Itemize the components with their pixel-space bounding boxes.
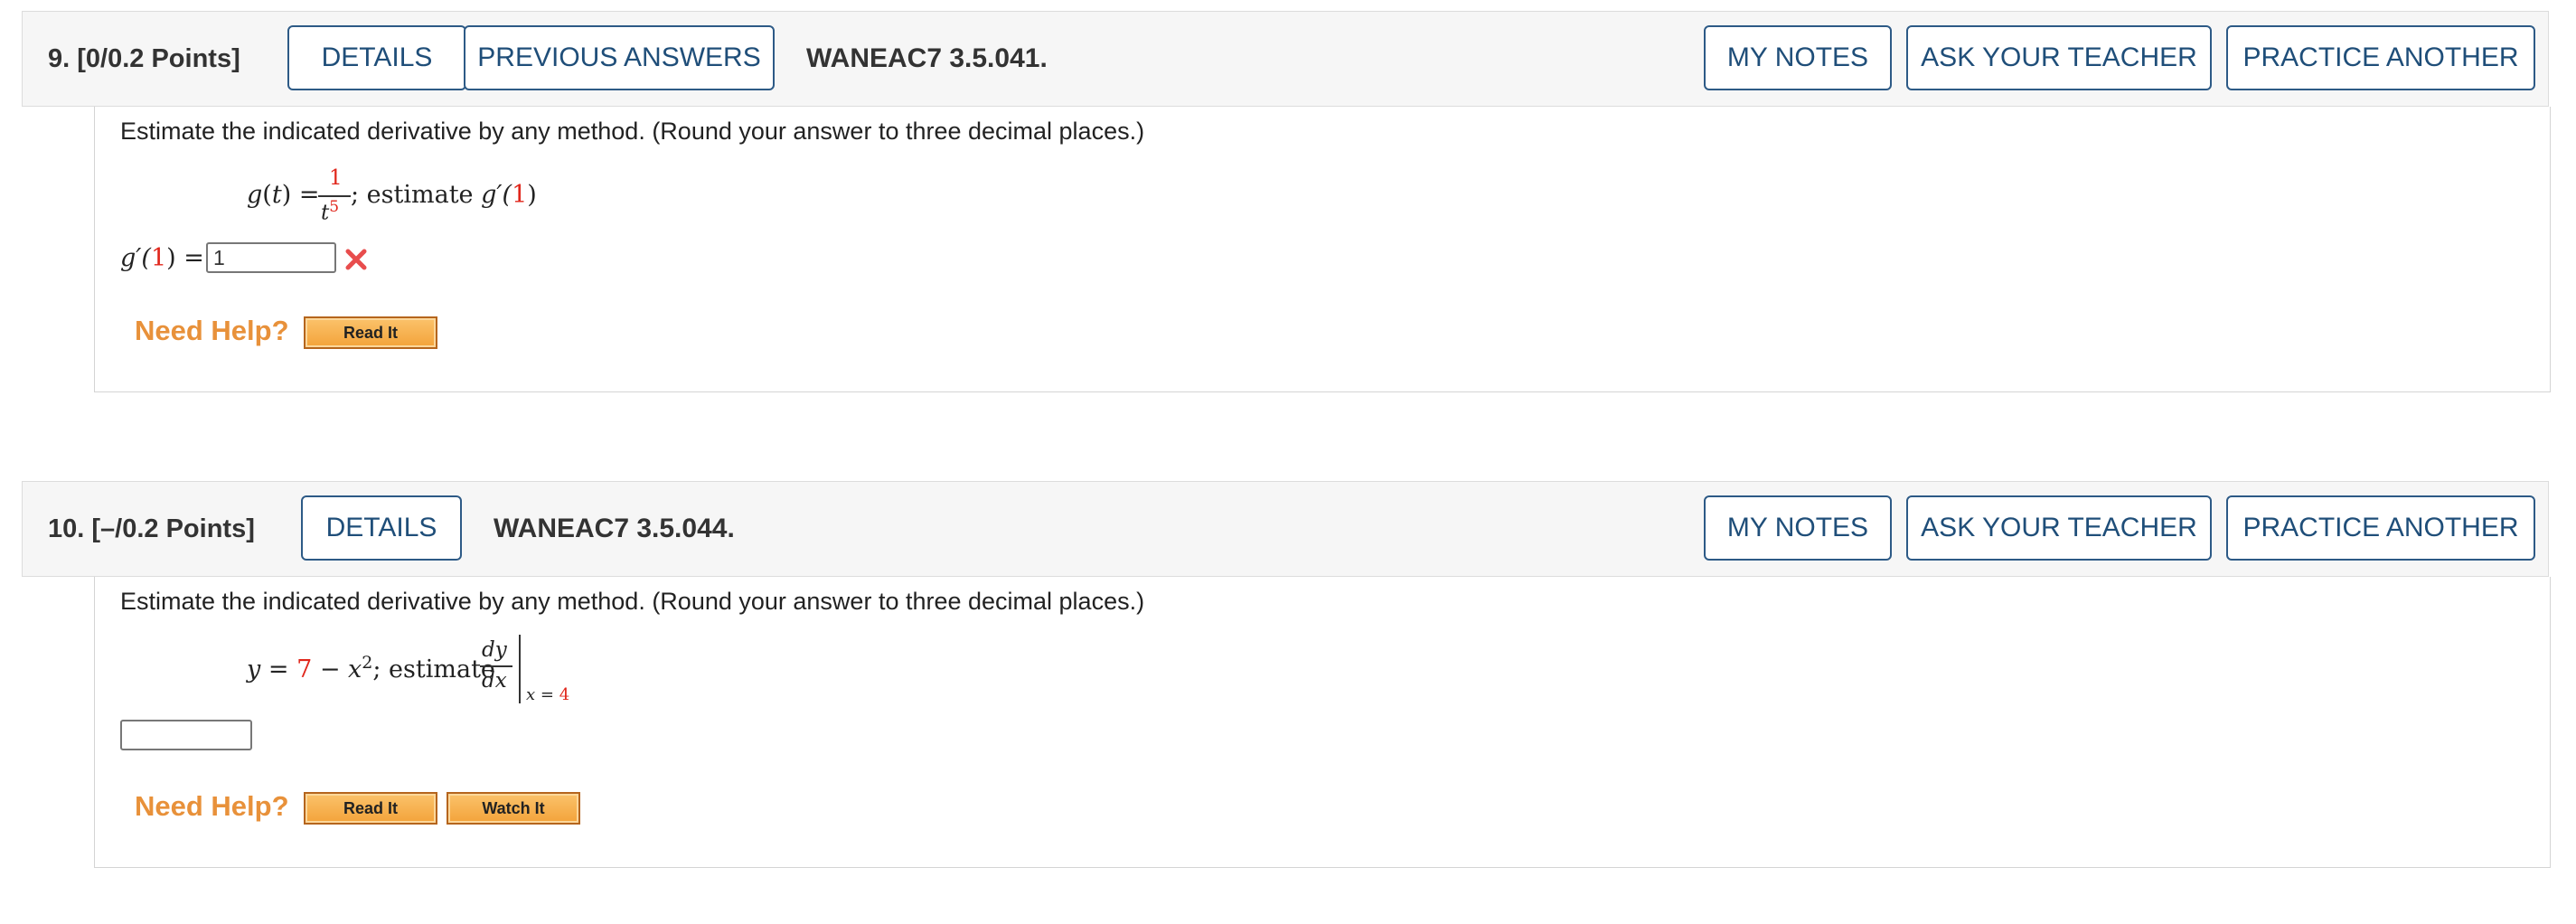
need-help-label: Need Help? [135,315,289,346]
derivative-denominator: dx [482,669,507,693]
answer-input[interactable] [120,720,252,750]
question-10-instructions: Estimate the indicated derivative by any… [120,588,1145,615]
question-9-instructions: Estimate the indicated derivative by any… [120,118,1145,145]
evaluation-point: x = 4 [526,685,570,704]
question-9-source: WANEAC7 3.5.041. [806,43,1048,73]
ask-your-teacher-button[interactable]: ASK YOUR TEACHER [1906,25,2212,90]
question-10-title: 10. [–/0.2 Points] [48,514,255,543]
practice-another-button[interactable]: PRACTICE ANOTHER [2226,495,2535,561]
derivative-fraction-bar [480,665,512,667]
evaluation-bar [519,635,521,703]
my-notes-button[interactable]: MY NOTES [1704,25,1892,90]
details-button[interactable]: DETAILS [287,25,466,90]
question-10-header: 10. [–/0.2 Points] DETAILS WANEAC7 3.5.0… [22,481,2549,577]
read-it-button[interactable]: Read It [304,792,437,825]
answer-input[interactable] [206,242,336,273]
my-notes-button[interactable]: MY NOTES [1704,495,1892,561]
question-9-formula-lhs: g(t) = [247,181,320,209]
watch-it-button[interactable]: Watch It [447,792,580,825]
fraction-bar [318,195,351,197]
question-10-body: Estimate the indicated derivative by any… [94,577,2551,868]
details-button[interactable]: DETAILS [301,495,462,561]
x-mark-icon [345,249,367,270]
formula-numerator: 1 [329,166,343,190]
question-9-title: 9. [0/0.2 Points] [48,44,240,73]
question-9-header: 9. [0/0.2 Points] DETAILS PREVIOUS ANSWE… [22,11,2549,107]
read-it-button[interactable]: Read It [304,316,437,349]
ask-your-teacher-button[interactable]: ASK YOUR TEACHER [1906,495,2212,561]
question-9-body: Estimate the indicated derivative by any… [94,107,2551,392]
practice-another-button[interactable]: PRACTICE ANOTHER [2226,25,2535,90]
question-10-source: WANEAC7 3.5.044. [494,514,735,543]
previous-answers-button[interactable]: PREVIOUS ANSWERS [464,25,775,90]
need-help-label: Need Help? [135,790,289,822]
formula-denominator: t5 [321,198,340,225]
derivative-numerator: dy [482,638,507,662]
answer-label: g′(1) = [120,244,204,272]
formula-estimate: ; estimate g′(1) [351,181,537,209]
question-10-formula: y = 7 − x2; estimate [247,653,495,684]
